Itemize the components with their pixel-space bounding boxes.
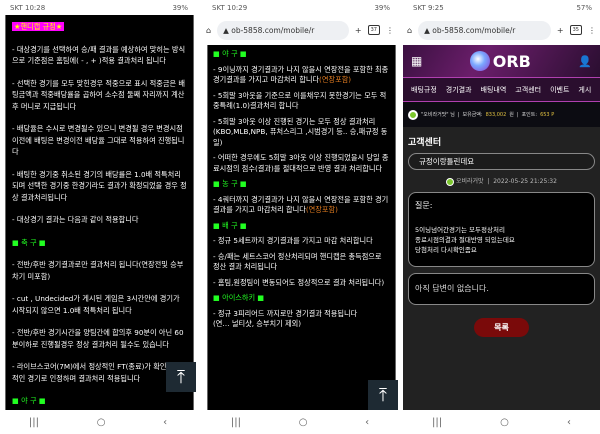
browser-toolbar: ⌂ ▲ ob-5858.com/mobile/r + 37 ⋮ bbox=[202, 15, 398, 45]
new-tab-icon[interactable]: + bbox=[355, 26, 362, 35]
screen-2: SKT 10:29 39% ⌂ ▲ ob-5858.com/mobile/r + … bbox=[202, 0, 398, 434]
rule-text: - 승/패는 세트스코어 정산처리되며 핸디캡은 총득점으로 정산 결과 처리됩… bbox=[213, 251, 382, 272]
rule-text: - 5회말 3아웃을 기준으로 이를채우지 못한경기는 모두 적중특례(1.0)… bbox=[213, 90, 387, 111]
url-bar[interactable]: ▲ ob-5858.com/mobile/r bbox=[217, 20, 349, 40]
scroll-to-top-button[interactable]: ⤒ bbox=[166, 362, 196, 392]
rule-text: - 어떠한 경우에도 5회말 3아웃 이상 진행되었을시 당일 종료시점의 점수… bbox=[213, 153, 389, 173]
back-icon[interactable]: ‹ bbox=[567, 417, 571, 428]
level-badge-icon bbox=[446, 177, 455, 186]
question-line: 당첨처리 다시확인좀요 bbox=[415, 245, 477, 254]
soccer-header: ■ 축 구 ■ bbox=[12, 237, 46, 247]
username: "오비라거맛" 님 bbox=[421, 112, 455, 118]
points: 653 P bbox=[540, 111, 555, 118]
baseball-header: ■ 야 구 ■ bbox=[12, 396, 46, 405]
warning-icon: ▲ bbox=[223, 25, 232, 35]
status-bar: SKT 10:28 39% bbox=[10, 3, 188, 12]
rules-content: ■ 야 구 ■ - 9이닝까지 경기결과가 나지 않을시 연장전을 포함한 최종… bbox=[207, 45, 396, 410]
battery-indicator: 39% bbox=[374, 3, 390, 12]
tab-count-button[interactable]: 37 bbox=[367, 25, 380, 35]
rule-text: - 배팅한 경기중 취소된 경기의 배당률은 1.0배 적특처리되며 선택한 경… bbox=[12, 169, 187, 202]
rule-text: - 9이닝까지 경기결과가 나지 않을시 연장전을 포함한 최종 경기결과를 가… bbox=[213, 64, 389, 85]
main-menu: 배팅규정 경기결과 배팅내역 고객센터 이벤트 게시 bbox=[403, 77, 600, 102]
rule-text: - 대상경기 결과는 다음과 같이 적용합니다 bbox=[12, 215, 139, 224]
home-icon[interactable]: ⌂ bbox=[206, 26, 211, 35]
recent-apps-icon[interactable]: ||| bbox=[231, 417, 241, 428]
tab-count-button[interactable]: 35 bbox=[569, 25, 582, 35]
subject-field: 규정이랑틀린데요 bbox=[408, 153, 595, 170]
status-bar: SKT 10:29 39% bbox=[212, 3, 390, 12]
rule-text: - 정규 5세트까지 경기결과를 가지고 마감 처리합니다 bbox=[213, 236, 373, 245]
list-button[interactable]: 목록 bbox=[474, 317, 529, 337]
rule-text: - 전반/후반 경기시간을 양팀간에 합의후 90분이 아닌 60분이하로 진행… bbox=[12, 328, 184, 349]
question-box: 질문: 5이닝넘어간경기는 모두정상처리 종료시점의결과 절대반영 되있는데요 … bbox=[408, 191, 595, 267]
hockey-header: ■ 아이스하키 ■ bbox=[213, 293, 265, 302]
user-icon[interactable]: 👤 bbox=[578, 55, 592, 68]
menu-item-board[interactable]: 게시 bbox=[578, 85, 591, 95]
menu-item-results[interactable]: 경기결과 bbox=[446, 85, 472, 95]
user-info-bar: "오비라거맛" 님 | 보유금액: 833,002 원 | 포인트: 653 P bbox=[403, 102, 600, 127]
more-menu-icon[interactable]: ⋮ bbox=[588, 26, 596, 35]
home-icon[interactable]: ○ bbox=[299, 417, 308, 428]
recent-apps-icon[interactable]: ||| bbox=[29, 417, 39, 428]
rule-text: - 정규 3피리어드 까지로만 경기결과 적용됩니다(연… 널티샷, 승부치기 … bbox=[213, 308, 358, 329]
handicap-rules-tag: ★핸디캡 규정★ bbox=[12, 22, 65, 31]
browser-toolbar: ⌂ ▲ ob-5858.com/mobile/r + 35 ⋮ bbox=[403, 15, 600, 45]
android-nav-bar: ||| ○ ‹ bbox=[202, 410, 398, 434]
balance: 833,002 bbox=[485, 111, 507, 118]
baseball-header: ■ 야 구 ■ bbox=[213, 49, 247, 58]
level-badge-icon bbox=[408, 109, 418, 120]
arrow-up-icon: ⤒ bbox=[177, 366, 185, 388]
android-nav-bar: ||| ○ ‹ bbox=[0, 410, 196, 434]
menu-item-betting-rules[interactable]: 배팅규정 bbox=[411, 85, 437, 95]
basketball-header: ■ 농 구 ■ bbox=[213, 179, 247, 188]
question-line: 5이닝넘어간경기는 모두정상처리 bbox=[415, 225, 505, 234]
rule-text: - 배당율은 수시로 변경될수 있으니 변경될 경우 변경시점 이전에 배팅은 … bbox=[12, 124, 185, 156]
back-icon[interactable]: ‹ bbox=[163, 417, 167, 428]
post-meta: 오비라거맛 | 2022-05-25 21:25:32 bbox=[408, 176, 595, 186]
warning-icon: ▲ bbox=[424, 25, 433, 35]
rule-text: - 라이브스코어(7M)에서 정상적인 FT(종료)가 확인… 상적인 경기로 … bbox=[12, 362, 183, 383]
rule-text: - 5회말 3아웃 이상 진행된 경기는 모두 정상 결과처리(KBO,MLB,… bbox=[213, 116, 388, 147]
back-icon[interactable]: ‹ bbox=[365, 417, 369, 428]
recent-apps-icon[interactable]: ||| bbox=[432, 417, 442, 428]
post-date: 2022-05-25 21:25:32 bbox=[493, 178, 557, 185]
answer-box: 아직 답변이 없습니다. bbox=[408, 272, 595, 305]
rule-text: - 대상경기를 선택하여 승/패 결과를 예상하여 맞히는 방식으로 기준점은 … bbox=[12, 44, 186, 66]
status-bar: SKT 9:25 57% bbox=[413, 3, 592, 12]
screen-3: SKT 9:25 57% ⌂ ▲ ob-5858.com/mobile/r + 3… bbox=[403, 0, 600, 434]
battery-indicator: 57% bbox=[576, 3, 592, 12]
arrow-up-icon: ⤒ bbox=[379, 384, 387, 406]
volleyball-header: ■ 배 구 ■ bbox=[213, 220, 247, 230]
battery-indicator: 39% bbox=[172, 3, 188, 12]
grid-menu-icon[interactable]: ▦ bbox=[411, 54, 422, 68]
rule-text: - 4쿼터까지 경기결과가 나지 않을시 연장전을 포함한 경기결과를 가지고 … bbox=[213, 194, 389, 215]
globe-icon bbox=[469, 51, 490, 71]
more-menu-icon[interactable]: ⋮ bbox=[386, 26, 394, 35]
home-icon[interactable]: ⌂ bbox=[407, 26, 412, 35]
menu-item-customer-center[interactable]: 고객센터 bbox=[515, 85, 541, 95]
scroll-to-top-button[interactable]: ⤒ bbox=[368, 380, 398, 410]
android-nav-bar: ||| ○ ‹ bbox=[403, 410, 600, 434]
customer-center-section: 고객센터 규정이랑틀린데요 오비라거맛 | 2022-05-25 21:25:3… bbox=[403, 127, 600, 427]
menu-item-bet-history[interactable]: 배팅내역 bbox=[481, 85, 507, 95]
rule-text: - 전반/후반 경기결과로만 결과처리 됩니다(연장전및 승부차기 미포함) bbox=[12, 260, 184, 281]
home-icon[interactable]: ○ bbox=[500, 417, 509, 428]
rule-text: - 홈팀,원정팀이 변동되어도 정상적으로 결과 처리됩니다) bbox=[213, 277, 385, 287]
section-title: 고객센터 bbox=[408, 138, 442, 148]
rule-text: - 선택한 경기를 모두 맞힌경우 적중으로 표시 적중금은 배팅금액과 적중배… bbox=[12, 78, 185, 111]
rules-content: ★핸디캡 규정★ - 대상경기를 선택하여 승/패 결과를 예상하여 맞히는 방… bbox=[5, 15, 194, 410]
screen-1: SKT 10:28 39% ★핸디캡 규정★ - 대상경기를 선택하여 승/패 결… bbox=[0, 0, 196, 434]
rule-text: - cut , Undecided가 게시된 게임은 3시간안에 경기가 시작되… bbox=[12, 294, 180, 315]
site-header: ▦ ORB 👤 bbox=[403, 45, 600, 77]
url-bar[interactable]: ▲ ob-5858.com/mobile/r bbox=[418, 20, 551, 40]
new-tab-icon[interactable]: + bbox=[557, 26, 564, 35]
question-line: 종료시점의결과 절대반영 되있는데요 bbox=[415, 235, 515, 244]
orb-logo[interactable]: ORB bbox=[469, 51, 531, 71]
menu-item-events[interactable]: 이벤트 bbox=[550, 85, 569, 95]
home-icon[interactable]: ○ bbox=[97, 417, 106, 428]
